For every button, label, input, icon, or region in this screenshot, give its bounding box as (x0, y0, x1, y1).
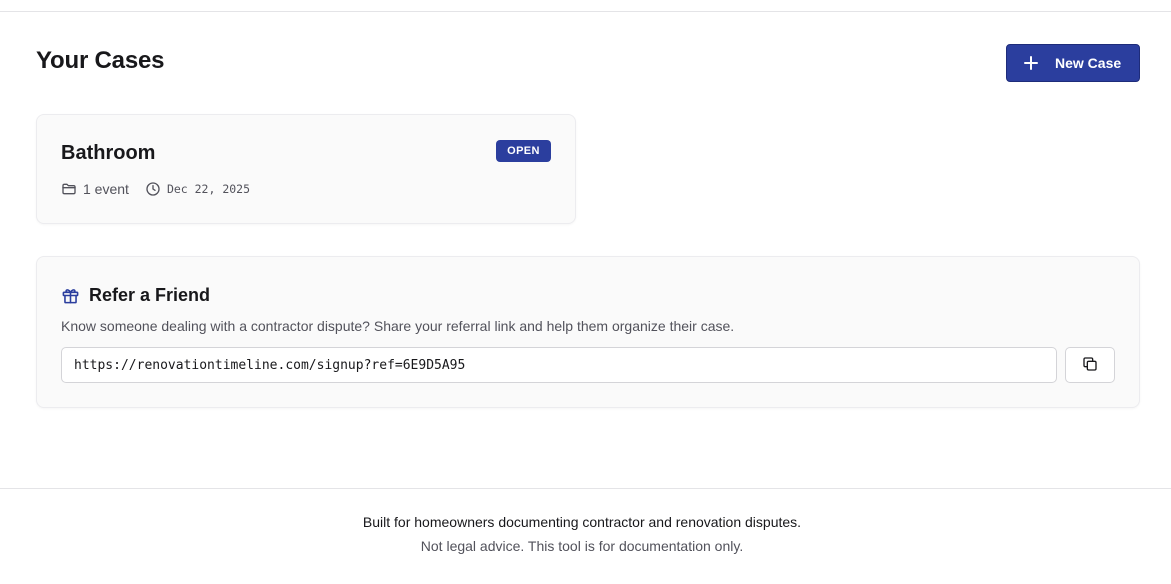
plus-icon (1024, 56, 1038, 70)
referral-description: Know someone dealing with a contractor d… (61, 318, 735, 334)
case-title: Bathroom (61, 142, 156, 164)
referral-title: Refer a Friend (89, 285, 211, 305)
event-count-label: 1 event (83, 181, 129, 197)
footer-tagline: Built for homeowners documenting contrac… (362, 514, 802, 530)
referral-link-input[interactable] (61, 347, 1057, 383)
referral-card: Refer a Friend Know someone dealing with… (36, 256, 1140, 408)
case-date-label: Dec 22, 2025 (166, 182, 251, 196)
status-badge: OPEN (496, 140, 551, 162)
footer-divider (0, 488, 1171, 489)
case-card[interactable]: Bathroom OPEN 1 event Dec 22, 2025 (36, 114, 576, 224)
footer-disclaimer: Not legal advice. This tool is for docum… (420, 538, 744, 554)
top-divider (0, 11, 1171, 12)
new-case-label: New Case (1055, 55, 1122, 71)
page-title: Your Cases (36, 47, 165, 74)
copy-icon (1082, 356, 1098, 375)
clock-icon (145, 181, 161, 197)
new-case-button[interactable]: New Case (1006, 44, 1140, 82)
gift-icon (61, 286, 80, 305)
event-count: 1 event (61, 181, 129, 197)
copy-link-button[interactable] (1065, 347, 1115, 383)
folder-icon (61, 181, 77, 197)
referral-header: Refer a Friend (61, 285, 210, 306)
case-meta: 1 event Dec 22, 2025 (61, 181, 250, 197)
case-date: Dec 22, 2025 (145, 181, 250, 197)
